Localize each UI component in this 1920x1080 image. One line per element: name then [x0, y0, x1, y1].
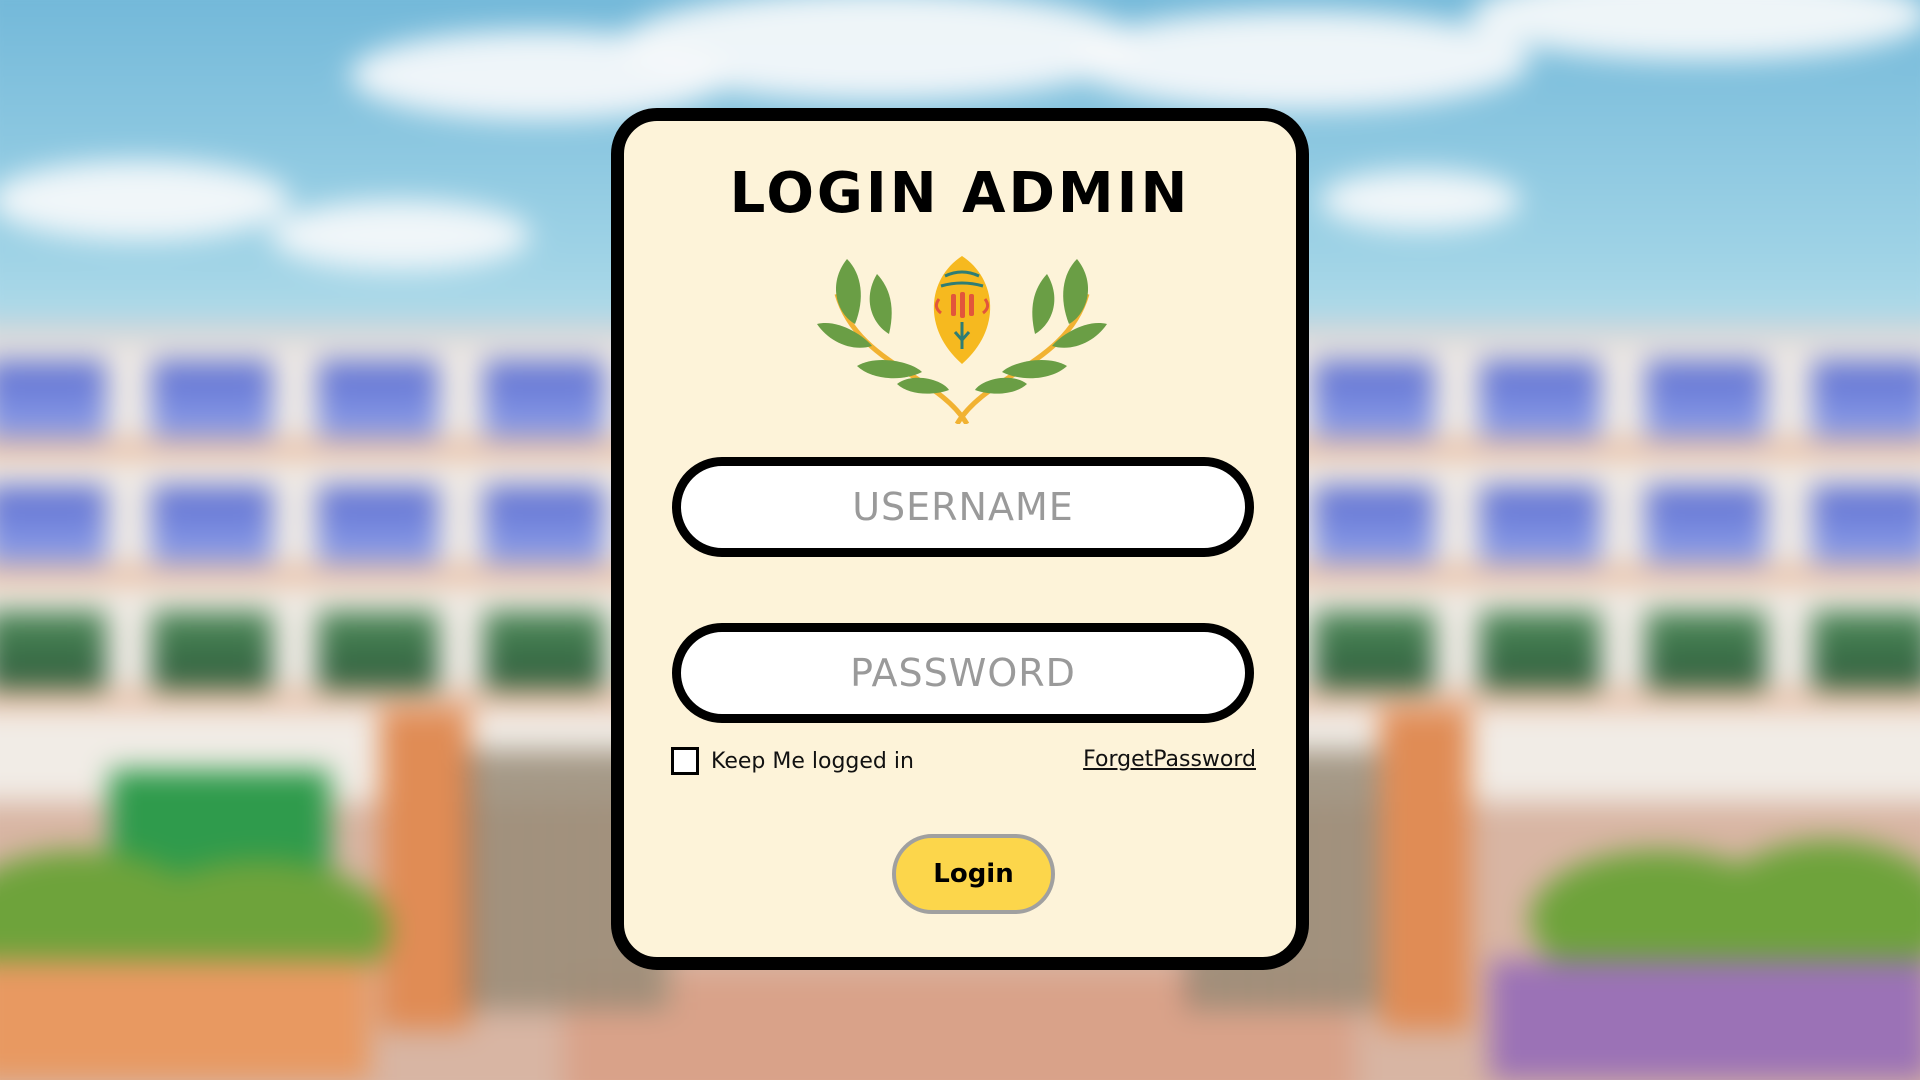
username-input[interactable] [707, 484, 1219, 530]
password-field[interactable] [672, 623, 1254, 723]
login-button[interactable]: Login [892, 834, 1055, 914]
login-card: LOGIN ADMIN Keep Me logged in [611, 108, 1309, 970]
password-input[interactable] [707, 650, 1219, 696]
username-field[interactable] [672, 457, 1254, 557]
remember-me[interactable]: Keep Me logged in [671, 747, 914, 775]
remember-me-label: Keep Me logged in [711, 748, 914, 774]
school-crest-icon [817, 256, 1107, 424]
page-title: LOGIN ADMIN [729, 161, 1191, 226]
remember-me-checkbox[interactable] [671, 747, 699, 775]
forget-password-link[interactable]: ForgetPassword [1083, 747, 1256, 772]
